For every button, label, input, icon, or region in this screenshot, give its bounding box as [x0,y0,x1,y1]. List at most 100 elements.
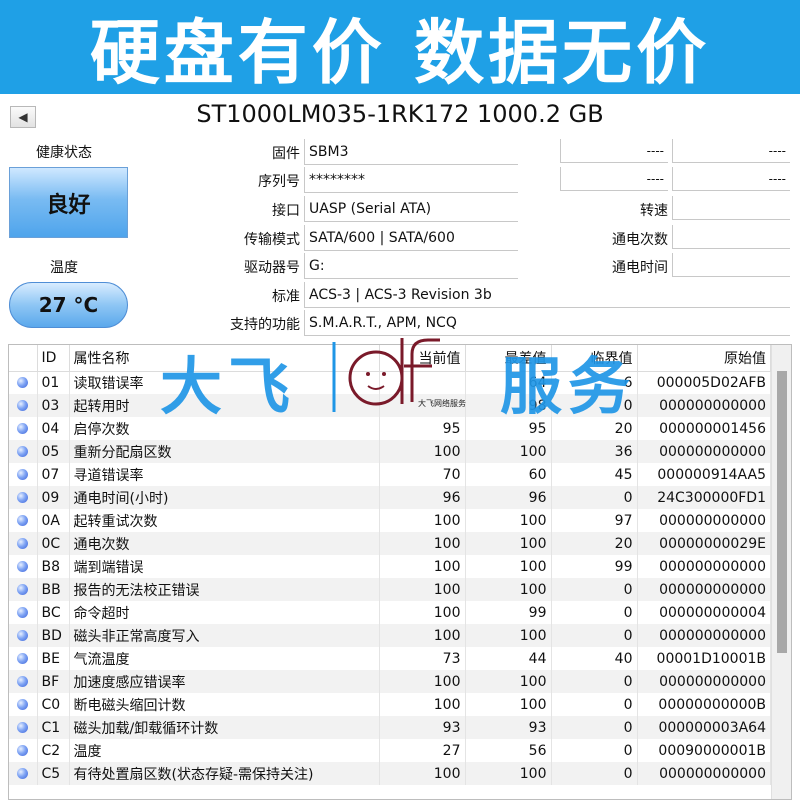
features-label: 支持的功能 [230,317,300,333]
table-row[interactable]: C5 有待处置扇区数(状态存疑-需保持关注) 100 100 0 000000000000 [9,762,771,785]
table-row[interactable]: BE 气流温度 73 44 40 00001D10001B [9,647,771,670]
raw-value: 000000000000 [637,555,771,578]
interface-label: 接口 [272,203,300,219]
current-value: 100 [379,532,466,555]
power-time-value [672,253,790,277]
table-scrollbar[interactable] [771,345,791,799]
worst-value: 100 [465,624,552,647]
worst-value: 100 [465,532,552,555]
attribute-id: 0C [37,532,70,555]
worst-value: 100 [465,578,552,601]
threshold-value: 45 [551,463,638,486]
table-row[interactable]: BF 加速度感应错误率 100 100 0 000000000000 [9,670,771,693]
serial-label: 序列号 [258,174,300,190]
attribute-name: 启停次数 [69,417,380,440]
attribute-id: 03 [37,394,70,417]
status-cell [9,371,38,394]
status-dot-icon [17,584,29,595]
attribute-name: 读取错误率 [69,371,380,394]
status-cell [9,739,38,762]
table-row[interactable]: C1 磁头加载/卸载循环计数 93 93 0 000000003A64 [9,716,771,739]
table-row[interactable]: C0 断电磁头缩回计数 100 100 0 00000000000B [9,693,771,716]
status-dot-icon [17,768,29,779]
threshold-value: 20 [551,532,638,555]
transfer-mode-label: 传输模式 [244,232,300,248]
id-column-header[interactable]: ID [37,345,70,372]
raw-value: 00001D10001B [637,647,771,670]
attribute-id: 01 [37,371,70,394]
standard-value: ACS-3 | ACS-3 Revision 3b [304,282,790,308]
worst-column-header[interactable]: 最差值 [465,345,552,372]
temperature-badge[interactable]: 27 °C [9,282,128,328]
threshold-value: 0 [551,716,638,739]
attribute-name: 起转重试次数 [69,509,380,532]
status-cell [9,647,38,670]
raw-value: 00000000029E [637,532,771,555]
attribute-name: 断电磁头缩回计数 [69,693,380,716]
status-dot-icon [17,745,29,756]
status-dot-icon [17,699,29,710]
current-column-header[interactable]: 当前值 [379,345,466,372]
attribute-id: C2 [37,739,70,762]
worst-value: 100 [465,509,552,532]
threshold-value: 0 [551,670,638,693]
attribute-id: BF [37,670,70,693]
raw-value: 000000000000 [637,440,771,463]
current-value [379,371,466,394]
attribute-name: 命令超时 [69,601,380,624]
name-column-header[interactable]: 属性名称 [69,345,380,372]
attribute-name: 重新分配扇区数 [69,440,380,463]
attribute-id: C5 [37,762,70,785]
attribute-id: 05 [37,440,70,463]
attribute-id: 09 [37,486,70,509]
worst-value: 96 [465,486,552,509]
power-time-label: 通电时间 [612,260,668,276]
smart-attributes-table[interactable]: ID 属性名称 当前值 最差值 临界值 原始值 01 读取错误率 64 6 000005… [8,344,792,800]
health-status-badge[interactable]: 良好 [9,167,128,238]
current-value: 100 [379,578,466,601]
current-value: 100 [379,762,466,785]
raw-value: 000000000000 [637,578,771,601]
raw-value: 000000000000 [637,624,771,647]
status-column-header[interactable] [9,345,38,372]
worst-value: 64 [465,371,552,394]
attribute-name: 有待处置扇区数(状态存疑-需保持关注) [69,762,380,785]
table-row[interactable]: 03 起转用时 98 0 000000000000 [9,394,771,417]
threshold-value: 0 [551,739,638,762]
attribute-name: 通电时间(小时) [69,486,380,509]
threshold-value: 0 [551,624,638,647]
status-dot-icon [17,515,29,526]
status-cell [9,440,38,463]
table-row[interactable]: 0C 通电次数 100 100 20 00000000029E [9,532,771,555]
table-row[interactable]: 05 重新分配扇区数 100 100 36 000000000000 [9,440,771,463]
table-row[interactable]: 04 启停次数 95 95 20 000000001456 [9,417,771,440]
attribute-id: 07 [37,463,70,486]
scrollbar-thumb[interactable] [777,371,787,653]
table-row[interactable]: C2 温度 27 56 0 00090000001B [9,739,771,762]
serial-value: ******** [304,167,518,193]
threshold-value: 99 [551,555,638,578]
table-row[interactable]: B8 端到端错误 100 100 99 000000000000 [9,555,771,578]
table-row[interactable]: BC 命令超时 100 99 0 000000000004 [9,601,771,624]
status-dot-icon [17,722,29,733]
table-row[interactable]: 07 寻道错误率 70 60 45 000000914AA5 [9,463,771,486]
table-row[interactable]: BB 报告的无法校正错误 100 100 0 000000000000 [9,578,771,601]
threshold-value: 0 [551,693,638,716]
status-cell [9,601,38,624]
status-dot-icon [17,630,29,641]
health-label: 健康状态 [36,145,92,161]
table-row[interactable]: BD 磁头非正常高度写入 100 100 0 000000000000 [9,624,771,647]
threshold-column-header[interactable]: 临界值 [551,345,638,372]
attribute-name: 磁头非正常高度写入 [69,624,380,647]
raw-column-header[interactable]: 原始值 [637,345,771,372]
current-value: 100 [379,509,466,532]
table-header-row: ID 属性名称 当前值 最差值 临界值 原始值 [9,345,771,372]
promo-banner: 硬盘有价 数据无价 [0,0,800,94]
table-row[interactable]: 01 读取错误率 64 6 000005D02AFB [9,371,771,394]
table-row[interactable]: 0A 起转重试次数 100 100 97 000000000000 [9,509,771,532]
table-row[interactable]: 09 通电时间(小时) 96 96 0 24C300000FD1 [9,486,771,509]
raw-value: 24C300000FD1 [637,486,771,509]
raw-value: 000000003A64 [637,716,771,739]
standard-label: 标准 [272,289,300,305]
raw-value: 00000000000B [637,693,771,716]
